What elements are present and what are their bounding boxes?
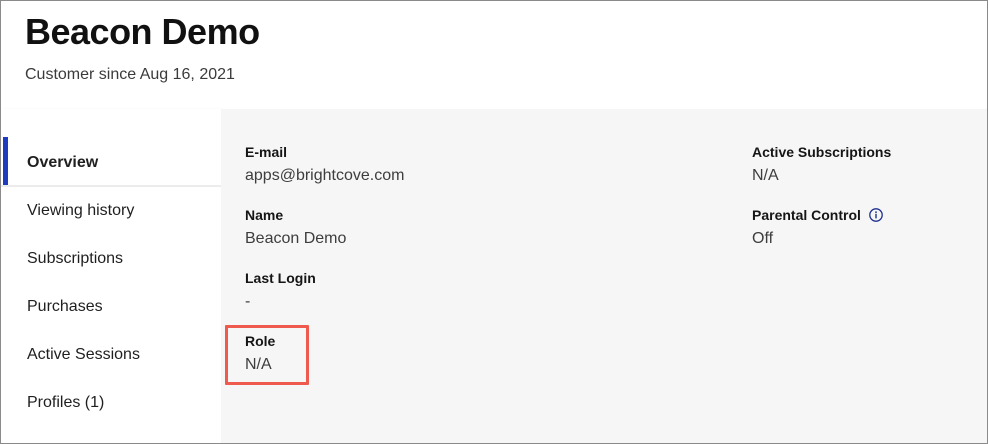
sidebar-item-subscriptions[interactable]: Subscriptions bbox=[1, 235, 221, 283]
sidebar-nav: Overview Viewing history Subscriptions P… bbox=[1, 109, 221, 443]
active-subscriptions-field: Active Subscriptions N/A bbox=[752, 143, 891, 186]
email-value: apps@brightcove.com bbox=[245, 167, 405, 184]
sidebar-item-label: Purchases bbox=[27, 298, 103, 315]
customer-since-text: Customer since Aug 16, 2021 bbox=[25, 66, 235, 83]
overview-panel: E-mail apps@brightcove.com Name Beacon D… bbox=[221, 109, 987, 443]
sidebar-item-label: Subscriptions bbox=[27, 250, 124, 267]
sidebar-item-active-sessions[interactable]: Active Sessions bbox=[1, 331, 221, 379]
parental-control-label: Parental Control bbox=[752, 207, 861, 223]
parental-control-field: Parental Control Off bbox=[752, 206, 883, 249]
info-icon[interactable] bbox=[869, 208, 883, 222]
page-header: Beacon Demo Customer since Aug 16, 2021 bbox=[1, 1, 987, 109]
active-subscriptions-value: N/A bbox=[752, 167, 779, 184]
sidebar-item-label: Viewing history bbox=[27, 202, 135, 219]
sidebar-item-label: Profiles (1) bbox=[27, 394, 105, 411]
email-label: E-mail bbox=[245, 144, 288, 160]
name-field: Name Beacon Demo bbox=[245, 206, 346, 249]
role-value: N/A bbox=[245, 356, 272, 373]
email-field: E-mail apps@brightcove.com bbox=[245, 143, 404, 186]
sidebar-item-label: Overview bbox=[27, 154, 99, 171]
sidebar-item-purchases[interactable]: Purchases bbox=[1, 283, 221, 331]
parental-control-label-row: Parental Control bbox=[752, 206, 883, 224]
customer-details-window: Beacon Demo Customer since Aug 16, 2021 … bbox=[0, 0, 988, 444]
name-label: Name bbox=[245, 207, 284, 223]
parental-control-value: Off bbox=[752, 230, 774, 247]
name-value: Beacon Demo bbox=[245, 230, 347, 247]
last-login-field: Last Login - bbox=[245, 269, 316, 312]
last-login-label: Last Login bbox=[245, 270, 316, 286]
sidebar-item-profiles[interactable]: Profiles (1) bbox=[1, 379, 221, 427]
sidebar-item-overview[interactable]: Overview bbox=[1, 139, 221, 187]
last-login-value: - bbox=[245, 293, 251, 310]
role-field: Role N/A bbox=[245, 332, 275, 375]
page-title: Beacon Demo bbox=[25, 11, 260, 52]
role-label: Role bbox=[245, 333, 276, 349]
active-subscriptions-label: Active Subscriptions bbox=[752, 144, 892, 160]
sidebar-item-label: Active Sessions bbox=[27, 346, 140, 363]
sidebar-item-viewing-history[interactable]: Viewing history bbox=[1, 187, 221, 235]
